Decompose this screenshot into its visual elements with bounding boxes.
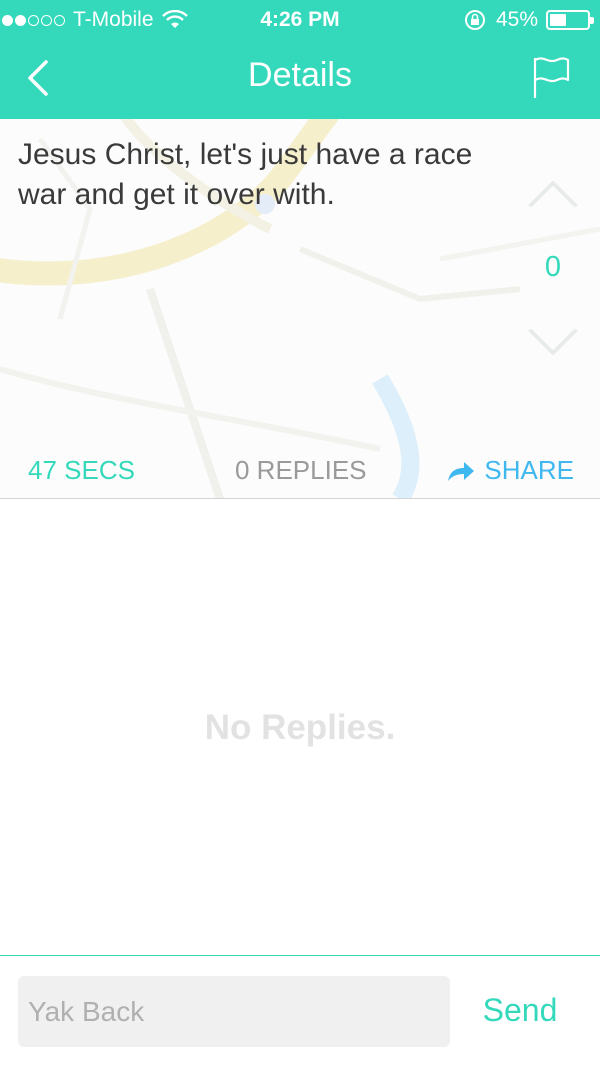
page-title: Details bbox=[248, 56, 352, 94]
send-button[interactable]: Send bbox=[468, 992, 572, 1029]
battery-nub bbox=[590, 17, 594, 24]
reply-composer: Send bbox=[0, 955, 600, 1065]
reply-input[interactable] bbox=[18, 976, 450, 1047]
vote-count: 0 bbox=[544, 251, 562, 283]
status-bar: T-Mobile 4:26 PM 45% bbox=[0, 0, 600, 40]
post-age: 47 SECS bbox=[28, 455, 135, 485]
navigation-bar: Details bbox=[0, 40, 600, 119]
upvote-chevron-icon[interactable] bbox=[527, 179, 579, 209]
empty-replies-message: No Replies. bbox=[204, 708, 396, 747]
share-button[interactable]: SHARE bbox=[446, 455, 574, 486]
share-arrow-icon bbox=[448, 461, 475, 481]
replies-count[interactable]: 0 REPLIES bbox=[235, 455, 367, 486]
share-label: SHARE bbox=[484, 455, 574, 485]
battery-icon bbox=[546, 10, 594, 30]
status-right: 45% bbox=[464, 8, 594, 32]
post-card: Jesus Christ, let's just have a race war… bbox=[0, 119, 600, 499]
flag-icon[interactable] bbox=[530, 54, 572, 100]
post-meta-row: 47 SECS 0 REPLIES SHARE bbox=[0, 451, 600, 491]
battery-percentage: 45% bbox=[495, 8, 538, 31]
battery-fill bbox=[550, 14, 567, 26]
post-text: Jesus Christ, let's just have a race war… bbox=[18, 138, 473, 211]
rotation-lock-icon bbox=[464, 10, 485, 30]
downvote-chevron-icon[interactable] bbox=[527, 327, 579, 357]
